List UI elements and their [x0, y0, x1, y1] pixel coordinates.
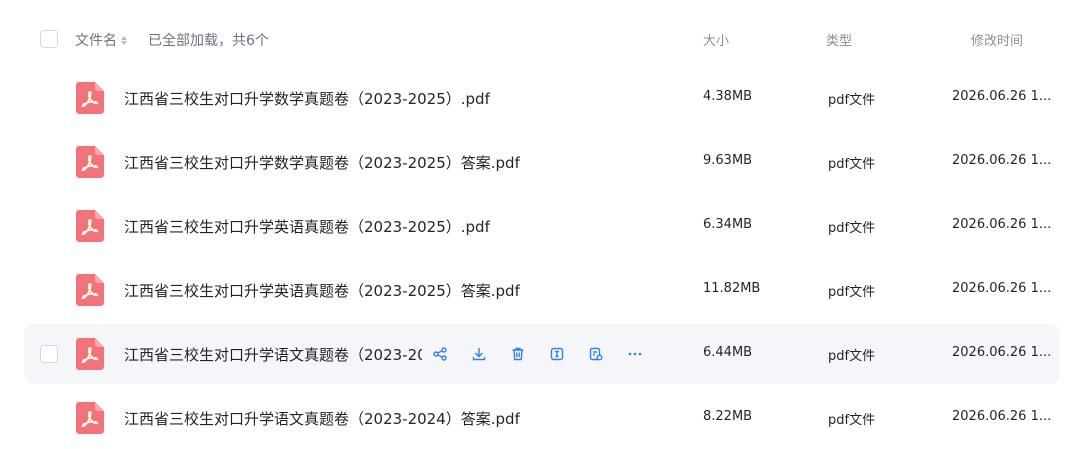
file-type: pdf文件	[828, 349, 876, 364]
file-name[interactable]: 江西省三校生对口升学数学真题卷（2023-2025）答案.pdf	[124, 152, 520, 173]
file-modified-time: 2026.06.26 1...	[952, 409, 1052, 424]
share-icon[interactable]	[429, 343, 451, 365]
column-header-name-label: 文件名	[75, 33, 117, 49]
file-type: pdf文件	[828, 285, 876, 300]
column-header-name[interactable]: 文件名	[75, 30, 127, 50]
pdf-file-icon	[76, 146, 104, 178]
row-checkbox[interactable]	[40, 345, 58, 363]
list-header: 文件名 已全部加载，共6个 大小 类型 修改时间	[0, 0, 1080, 78]
file-size: 8.22MB	[703, 409, 753, 424]
file-name[interactable]: 江西省三校生对口升学数学真题卷（2023-2025）.pdf	[124, 88, 490, 109]
file-row[interactable]: 江西省三校生对口升学数学真题卷（2023-2025）.pdf 4.38MB pd…	[24, 68, 1060, 128]
sort-icon[interactable]	[121, 35, 127, 45]
loaded-status: 已全部加载，共6个	[148, 33, 269, 49]
file-row-hovered[interactable]: 江西省三校生对口升学语文真题卷（2023-20 6.44MB pdf文件 202…	[24, 324, 1060, 384]
pdf-file-icon	[76, 82, 104, 114]
file-name[interactable]: 江西省三校生对口升学语文真题卷（2023-20	[124, 344, 422, 365]
file-type: pdf文件	[828, 157, 876, 172]
file-type: pdf文件	[828, 93, 876, 108]
pdf-file-icon	[76, 274, 104, 306]
file-size: 9.63MB	[703, 153, 753, 168]
pdf-file-icon	[76, 338, 104, 370]
file-row[interactable]: 江西省三校生对口升学数学真题卷（2023-2025）答案.pdf 9.63MB …	[24, 132, 1060, 192]
file-size: 6.44MB	[703, 345, 753, 360]
file-size: 6.34MB	[703, 217, 753, 232]
file-modified-time: 2026.06.26 1...	[952, 217, 1052, 232]
file-name[interactable]: 江西省三校生对口升学英语真题卷（2023-2025）.pdf	[124, 216, 490, 237]
pdf-file-icon	[76, 402, 104, 434]
file-size: 11.82MB	[703, 281, 761, 296]
file-modified-time: 2026.06.26 1...	[952, 345, 1052, 360]
column-header-modified-time[interactable]: 修改时间	[971, 30, 1023, 49]
file-modified-time: 2026.06.26 1...	[952, 281, 1052, 296]
file-modified-time: 2026.06.26 1...	[952, 89, 1052, 104]
file-type: pdf文件	[828, 413, 876, 428]
column-header-size[interactable]: 大小	[703, 30, 729, 49]
select-all-checkbox[interactable]	[40, 30, 58, 48]
delete-icon[interactable]	[507, 343, 529, 365]
file-type: pdf文件	[828, 221, 876, 236]
file-row[interactable]: 江西省三校生对口升学英语真题卷（2023-2025）答案.pdf 11.82MB…	[24, 260, 1060, 320]
file-name[interactable]: 江西省三校生对口升学语文真题卷（2023-2024）答案.pdf	[124, 408, 520, 429]
more-icon[interactable]	[624, 343, 646, 365]
download-icon[interactable]	[468, 343, 490, 365]
file-modified-time: 2026.06.26 1...	[952, 153, 1052, 168]
pdf-file-icon	[76, 210, 104, 242]
row-actions	[429, 343, 646, 365]
file-size: 4.38MB	[703, 89, 753, 104]
file-name[interactable]: 江西省三校生对口升学英语真题卷（2023-2025）答案.pdf	[124, 280, 520, 301]
rename-icon[interactable]	[546, 343, 568, 365]
column-header-type[interactable]: 类型	[826, 30, 852, 49]
file-row[interactable]: 江西省三校生对口升学英语真题卷（2023-2025）.pdf 6.34MB pd…	[24, 196, 1060, 256]
file-row[interactable]: 江西省三校生对口升学语文真题卷（2023-2024）答案.pdf 8.22MB …	[24, 388, 1060, 448]
save-to-drive-icon[interactable]	[585, 343, 607, 365]
